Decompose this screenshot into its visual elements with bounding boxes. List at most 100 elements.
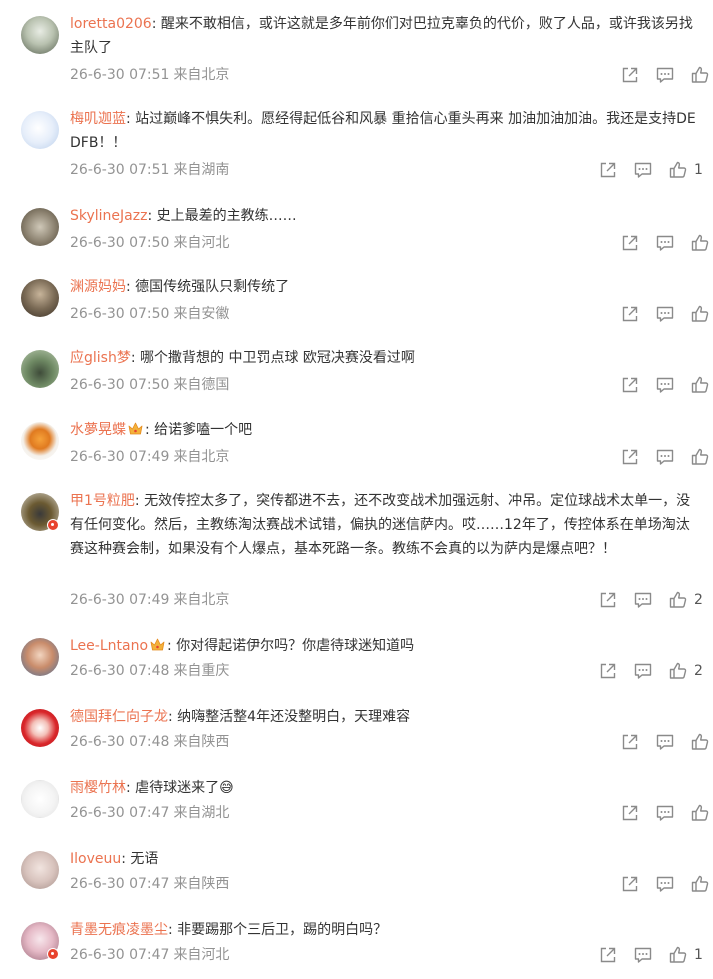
username[interactable]: 水夢晃蝶 <box>70 422 126 438</box>
like-button[interactable]: 1 <box>668 945 703 965</box>
share-button[interactable] <box>598 590 618 610</box>
avatar[interactable] <box>21 780 59 818</box>
reply-button[interactable] <box>633 590 653 610</box>
comment-location: 来自安徽 <box>173 306 230 322</box>
comment-location: 来自湖南 <box>173 162 230 178</box>
share-button[interactable] <box>598 160 618 180</box>
thumbs-up-icon <box>690 447 710 467</box>
comment-icon <box>633 590 653 610</box>
colon: : <box>126 111 136 127</box>
like-button[interactable] <box>690 803 713 823</box>
avatar[interactable] <box>21 208 59 246</box>
reply-button[interactable] <box>655 304 675 324</box>
like-button[interactable] <box>690 874 713 894</box>
share-button[interactable] <box>620 732 640 752</box>
username[interactable]: 德国拜仁向子龙 <box>70 709 168 725</box>
comment-text-block: Lee-Lntano: 你对得起诺伊尔吗？你虐待球迷知道吗 <box>70 634 700 658</box>
comment-actions <box>513 447 713 467</box>
comment-location: 来自陕西 <box>173 876 230 892</box>
username[interactable]: Lee-Lntano <box>70 638 148 654</box>
reply-button[interactable] <box>655 233 675 253</box>
comment-meta: 26-6-30 07:50 来自安徽 <box>70 304 233 324</box>
colon: : <box>151 16 161 32</box>
colon: : <box>168 922 178 938</box>
comment-text-block: 渊源妈妈: 德国传统强队只剩传统了 <box>70 275 700 299</box>
username[interactable]: 甲1号粒肥 <box>70 493 135 509</box>
username[interactable]: 应glish梦 <box>70 350 131 366</box>
avatar[interactable] <box>21 709 59 747</box>
comment-body: 非要踢那个三后卫，踢的明白吗？ <box>177 922 388 938</box>
comment-actions <box>513 874 713 894</box>
like-button[interactable] <box>690 375 713 395</box>
reply-button[interactable] <box>655 375 675 395</box>
comment-location: 来自河北 <box>173 235 230 251</box>
reply-button[interactable] <box>633 661 653 681</box>
share-button[interactable] <box>620 304 640 324</box>
comment-location: 来自陕西 <box>173 734 230 750</box>
reply-button[interactable] <box>655 732 675 752</box>
reply-button[interactable] <box>655 803 675 823</box>
thumbs-up-icon <box>668 945 688 965</box>
comment-body: 醒来不敢相信，或许这就是多年前你们对巴拉克辜负的代价，败了人品，或许我该另找主队… <box>70 16 693 56</box>
avatar[interactable] <box>21 16 59 54</box>
share-button[interactable] <box>620 375 640 395</box>
comment-actions <box>513 233 713 253</box>
comment-date: 26-6-30 07:49 <box>70 592 170 608</box>
like-button[interactable]: 2 <box>668 661 703 681</box>
comment-location: 来自北京 <box>173 592 230 608</box>
share-button[interactable] <box>598 661 618 681</box>
username[interactable]: SkylineJazz <box>70 208 147 224</box>
comment-location: 来自德国 <box>173 377 230 393</box>
comment-date: 26-6-30 07:51 <box>70 67 170 83</box>
share-button[interactable] <box>620 65 640 85</box>
username[interactable]: loretta0206 <box>70 16 152 32</box>
comment-date: 26-6-30 07:47 <box>70 947 170 963</box>
share-button[interactable] <box>620 447 640 467</box>
username[interactable]: 青墨无痕凌墨尘 <box>70 922 168 938</box>
username[interactable]: 渊源妈妈 <box>70 279 126 295</box>
reply-button[interactable] <box>655 874 675 894</box>
reply-button[interactable] <box>655 447 675 467</box>
avatar[interactable] <box>21 279 59 317</box>
comment-text-block: 甲1号粒肥: 无效传控太多了，突传都进不去，还不改变战术加强远射、冲吊。定位球战… <box>70 489 700 561</box>
like-button[interactable]: 1 <box>668 160 703 180</box>
reply-button[interactable] <box>633 945 653 965</box>
thumbs-up-icon <box>690 732 710 752</box>
like-button[interactable] <box>690 233 713 253</box>
comment-location: 来自北京 <box>173 449 230 465</box>
username[interactable]: Iloveuu <box>70 851 121 867</box>
comment-date: 26-6-30 07:50 <box>70 235 170 251</box>
share-button[interactable] <box>598 945 618 965</box>
comment-date: 26-6-30 07:49 <box>70 449 170 465</box>
share-button[interactable] <box>620 874 640 894</box>
comment-date: 26-6-30 07:47 <box>70 805 170 821</box>
avatar[interactable] <box>21 422 59 460</box>
share-icon <box>620 233 640 253</box>
comment-text-block: 应glish梦: 哪个撒背想的 中卫罚点球 欧冠决赛没看过啊 <box>70 346 700 370</box>
like-button[interactable] <box>690 447 713 467</box>
like-button[interactable] <box>690 65 713 85</box>
share-button[interactable] <box>620 803 640 823</box>
avatar[interactable] <box>21 111 59 149</box>
share-icon <box>620 803 640 823</box>
avatar[interactable] <box>21 638 59 676</box>
comment-meta: 26-6-30 07:51 来自北京 <box>70 65 233 85</box>
share-icon <box>598 590 618 610</box>
reply-button[interactable] <box>655 65 675 85</box>
comment-location: 来自湖北 <box>173 805 230 821</box>
share-button[interactable] <box>620 233 640 253</box>
like-button[interactable] <box>690 732 713 752</box>
comment-meta: 26-6-30 07:47 来自湖北 <box>70 803 233 823</box>
like-button[interactable]: 2 <box>668 590 703 610</box>
like-button[interactable] <box>690 304 713 324</box>
colon: : <box>167 638 177 654</box>
comment-location: 来自北京 <box>173 67 230 83</box>
reply-button[interactable] <box>633 160 653 180</box>
comment-body: 站过巅峰不惧失利。愿经得起低谷和风暴 重拾信心重头再来 加油加油加油。我还是支持… <box>70 111 696 151</box>
username[interactable]: 梅叽迦蓝 <box>70 111 126 127</box>
comment-text-block: 青墨无痕凌墨尘: 非要踢那个三后卫，踢的明白吗？ <box>70 918 700 942</box>
avatar[interactable] <box>21 350 59 388</box>
comment-date: 26-6-30 07:51 <box>70 162 170 178</box>
avatar[interactable] <box>21 851 59 889</box>
username[interactable]: 雨樱竹林 <box>70 780 126 796</box>
